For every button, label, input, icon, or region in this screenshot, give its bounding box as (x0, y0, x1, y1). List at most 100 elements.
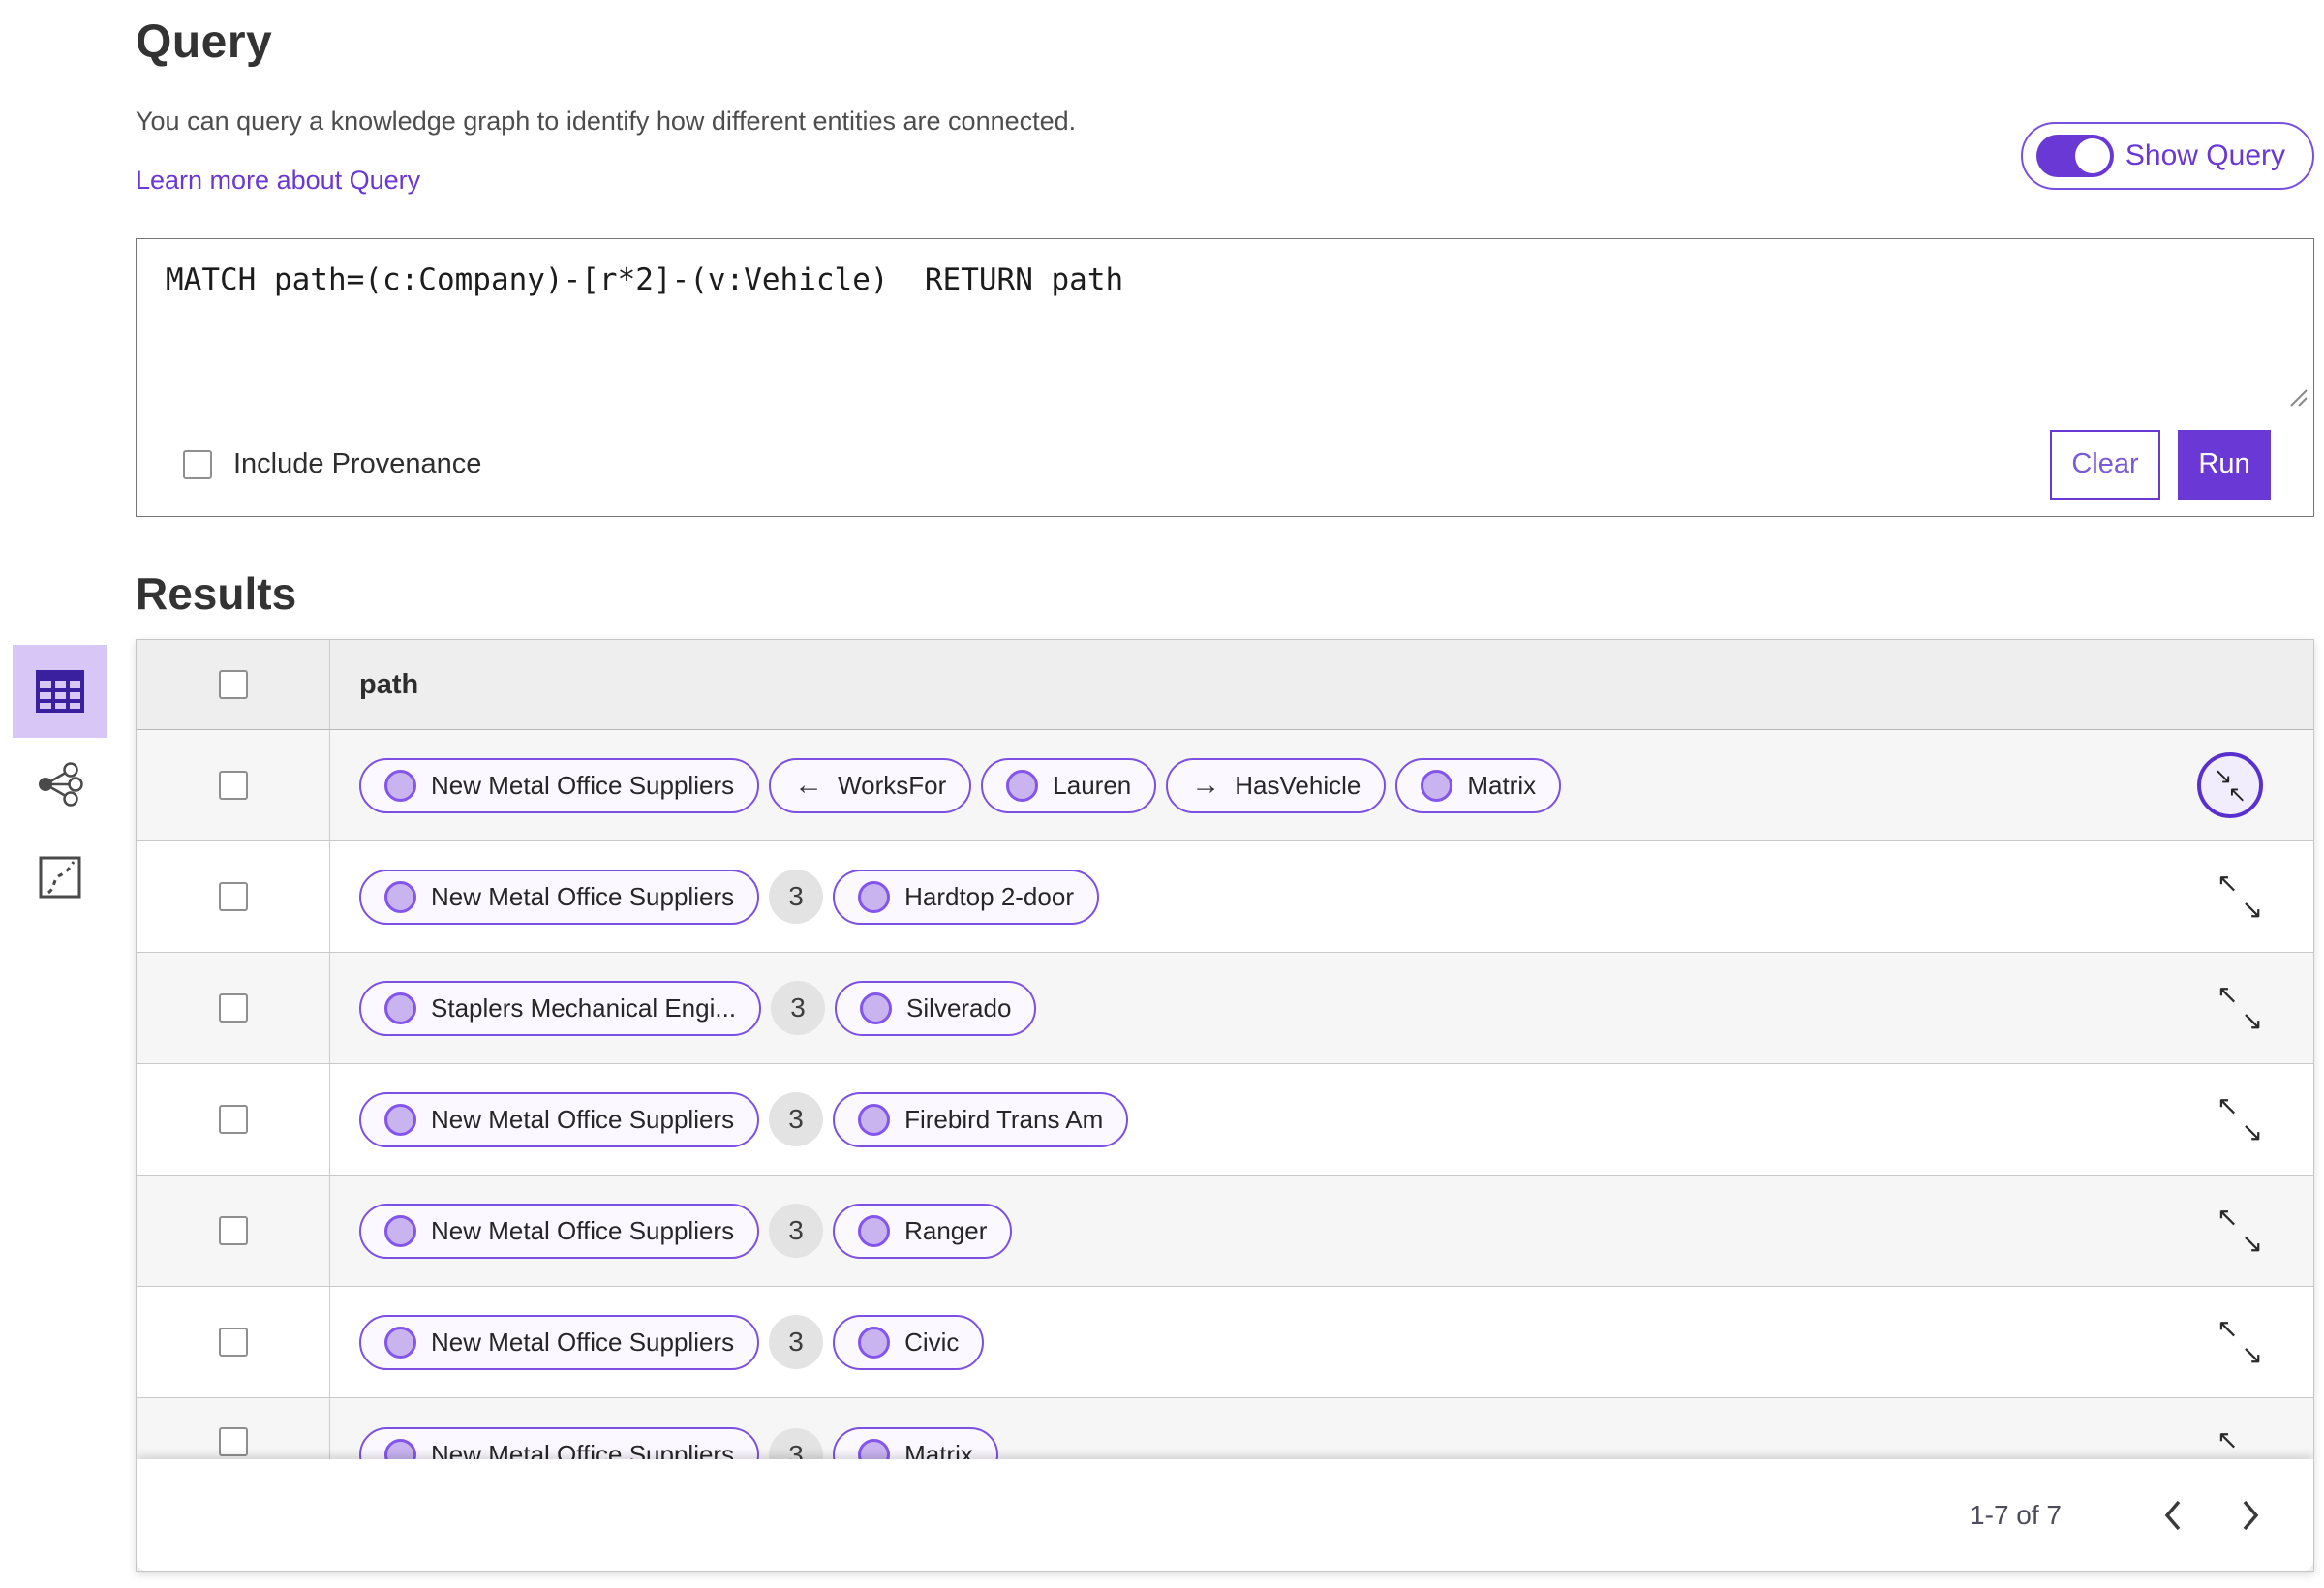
query-description: You can query a knowledge graph to ident… (136, 107, 1077, 136)
entity-node-icon (858, 880, 891, 913)
entity-pill[interactable]: Ranger (833, 1203, 1013, 1259)
results-table: path New Metal Office Suppliers ← WorksFor… (136, 639, 2314, 1572)
expand-row-button[interactable]: ↖↘ (2217, 1205, 2263, 1257)
entity-label: Civic (904, 1327, 960, 1357)
query-editor-card: MATCH path=(c:Company)-[r*2]-(v:Vehicle)… (136, 238, 2314, 517)
relationship-count-badge[interactable]: 3 (771, 981, 826, 1035)
relationship-pill[interactable]: → HasVehicle (1166, 757, 1387, 813)
row-checkbox[interactable] (218, 1328, 248, 1357)
expand-row-button[interactable]: ↖↘ (2217, 982, 2263, 1034)
entity-pill[interactable]: Firebird Trans Am (833, 1091, 1129, 1147)
expand-arrows-icon: ↖ (2217, 980, 2239, 1009)
entity-label: Lauren (1053, 770, 1132, 800)
entity-node-icon (1421, 769, 1453, 802)
entity-label: Silverado (906, 992, 1012, 1023)
collapse-row-button[interactable]: ↘ ↖ (2197, 752, 2263, 818)
expand-row-button[interactable]: ↖↘ (2217, 1316, 2263, 1368)
toggle-switch-icon[interactable] (2035, 135, 2114, 177)
toggle-knob (2074, 138, 2110, 173)
entity-node-icon (384, 1326, 416, 1359)
entity-label: Hardtop 2-door (904, 881, 1074, 911)
resize-handle-icon[interactable] (2285, 384, 2309, 408)
entity-pill[interactable]: New Metal Office Suppliers (359, 1091, 760, 1147)
entity-pill[interactable]: Hardtop 2-door (833, 869, 1099, 925)
entity-label: New Metal Office Suppliers (431, 881, 735, 911)
path-cell: Staplers Mechanical Engi... 3 Silverado ↖ ↘ (330, 953, 2313, 1063)
entity-node-icon (384, 769, 416, 802)
table-header-row: path (137, 640, 2313, 730)
row-checkbox[interactable] (218, 1427, 248, 1456)
entity-pill[interactable]: New Metal Office Suppliers (359, 757, 760, 813)
entity-label: Staplers Mechanical Engi... (431, 992, 737, 1023)
entity-node-icon (384, 1103, 416, 1136)
path-cell: New Metal Office Suppliers 3 Hardtop 2-doo… (330, 841, 2313, 952)
relationship-count-badge[interactable]: 3 (769, 1315, 824, 1369)
entity-pill[interactable]: Matrix (1395, 757, 1562, 813)
expand-row-button[interactable]: ↖↘ (2217, 870, 2263, 923)
map-icon (39, 856, 80, 899)
expand-arrows-icon: ↖ (2217, 1314, 2239, 1343)
expand-arrows-icon: ↖ (2217, 869, 2239, 898)
expand-arrows-icon: ↖ (2217, 1091, 2239, 1120)
entity-label: Matrix (1467, 770, 1537, 800)
table-row: New Metal Office Suppliers 3 Hardtop 2-doo… (137, 841, 2313, 953)
relationship-pill[interactable]: ← WorksFor (769, 757, 972, 813)
entity-label: New Metal Office Suppliers (431, 1104, 735, 1134)
include-provenance-option[interactable]: Include Provenance (183, 448, 481, 480)
relationship-count-badge[interactable]: 3 (769, 1204, 824, 1258)
path-cell: New Metal Office Suppliers ← WorksFor Laure… (330, 730, 2313, 840)
row-checkbox[interactable] (218, 993, 248, 1023)
table-view-button[interactable] (13, 645, 107, 738)
path-segments: New Metal Office Suppliers ← WorksFor Laure… (359, 757, 1562, 813)
show-query-label: Show Query (2125, 139, 2285, 171)
row-checkbox[interactable] (218, 771, 248, 800)
relationship-count-badge[interactable]: 3 (769, 870, 824, 924)
path-segments: New Metal Office Suppliers 3 Hardtop 2-doo… (359, 869, 1099, 925)
table-row: New Metal Office Suppliers 3 Ranger ↖ ↘ (137, 1176, 2313, 1287)
entity-pill[interactable]: Staplers Mechanical Engi... (359, 980, 762, 1036)
expand-arrows-icon: ↖ (2217, 1203, 2239, 1232)
query-actions-bar: Include Provenance Clear Run (137, 412, 2313, 516)
entity-pill[interactable]: New Metal Office Suppliers (359, 869, 760, 925)
pagination-next-button[interactable] (2226, 1491, 2275, 1540)
collapse-arrows-icon: ↖ (2227, 781, 2247, 807)
link-chart-icon (38, 762, 83, 807)
expand-arrows-icon: ↘ (2241, 895, 2263, 924)
relationship-label: HasVehicle (1235, 770, 1361, 800)
table-row: New Metal Office Suppliers ← WorksFor Laure… (137, 730, 2313, 841)
entity-label: Firebird Trans Am (904, 1104, 1104, 1134)
map-view-button[interactable] (13, 831, 107, 924)
expand-arrows-icon: ↘ (2241, 1006, 2263, 1035)
learn-more-link[interactable]: Learn more about Query (136, 166, 420, 196)
results-title: Results (136, 568, 297, 619)
expand-row-button[interactable]: ↖↘ (2217, 1093, 2263, 1145)
include-provenance-checkbox[interactable] (183, 449, 212, 479)
entity-label: New Metal Office Suppliers (431, 1327, 735, 1357)
chevron-left-icon (2164, 1500, 2181, 1530)
run-button[interactable]: Run (2178, 429, 2271, 500)
entity-pill[interactable]: Silverado (835, 980, 1037, 1036)
clear-button[interactable]: Clear (2050, 429, 2160, 500)
query-page: Query You can query a knowledge graph to… (136, 15, 2314, 1572)
row-checkbox[interactable] (218, 1216, 248, 1245)
table-row: Staplers Mechanical Engi... 3 Silverado ↖ ↘ (137, 953, 2313, 1064)
entity-pill[interactable]: Civic (833, 1314, 985, 1370)
row-checkbox[interactable] (218, 882, 248, 911)
relationship-label: WorksFor (838, 770, 947, 800)
entity-node-icon (384, 1214, 416, 1247)
link-chart-view-button[interactable] (13, 738, 107, 831)
query-input[interactable]: MATCH path=(c:Company)-[r*2]-(v:Vehicle)… (137, 239, 2313, 412)
pagination-prev-button[interactable] (2149, 1491, 2197, 1540)
pagination-range: 1-7 of 7 (1970, 1499, 2062, 1530)
pagination-bar: 1-7 of 7 (137, 1459, 2313, 1571)
entity-pill[interactable]: Lauren (981, 757, 1157, 813)
select-all-checkbox[interactable] (218, 670, 248, 699)
table-icon (35, 670, 84, 713)
entity-pill[interactable]: New Metal Office Suppliers (359, 1314, 760, 1370)
path-segments: New Metal Office Suppliers 3 Civic (359, 1314, 985, 1370)
row-checkbox[interactable] (218, 1105, 248, 1134)
entity-pill[interactable]: New Metal Office Suppliers (359, 1203, 760, 1259)
relationship-count-badge[interactable]: 3 (769, 1092, 824, 1146)
show-query-toggle[interactable]: Show Query (2020, 122, 2314, 190)
table-row: New Metal Office Suppliers 3 Firebird Tran… (137, 1064, 2313, 1176)
